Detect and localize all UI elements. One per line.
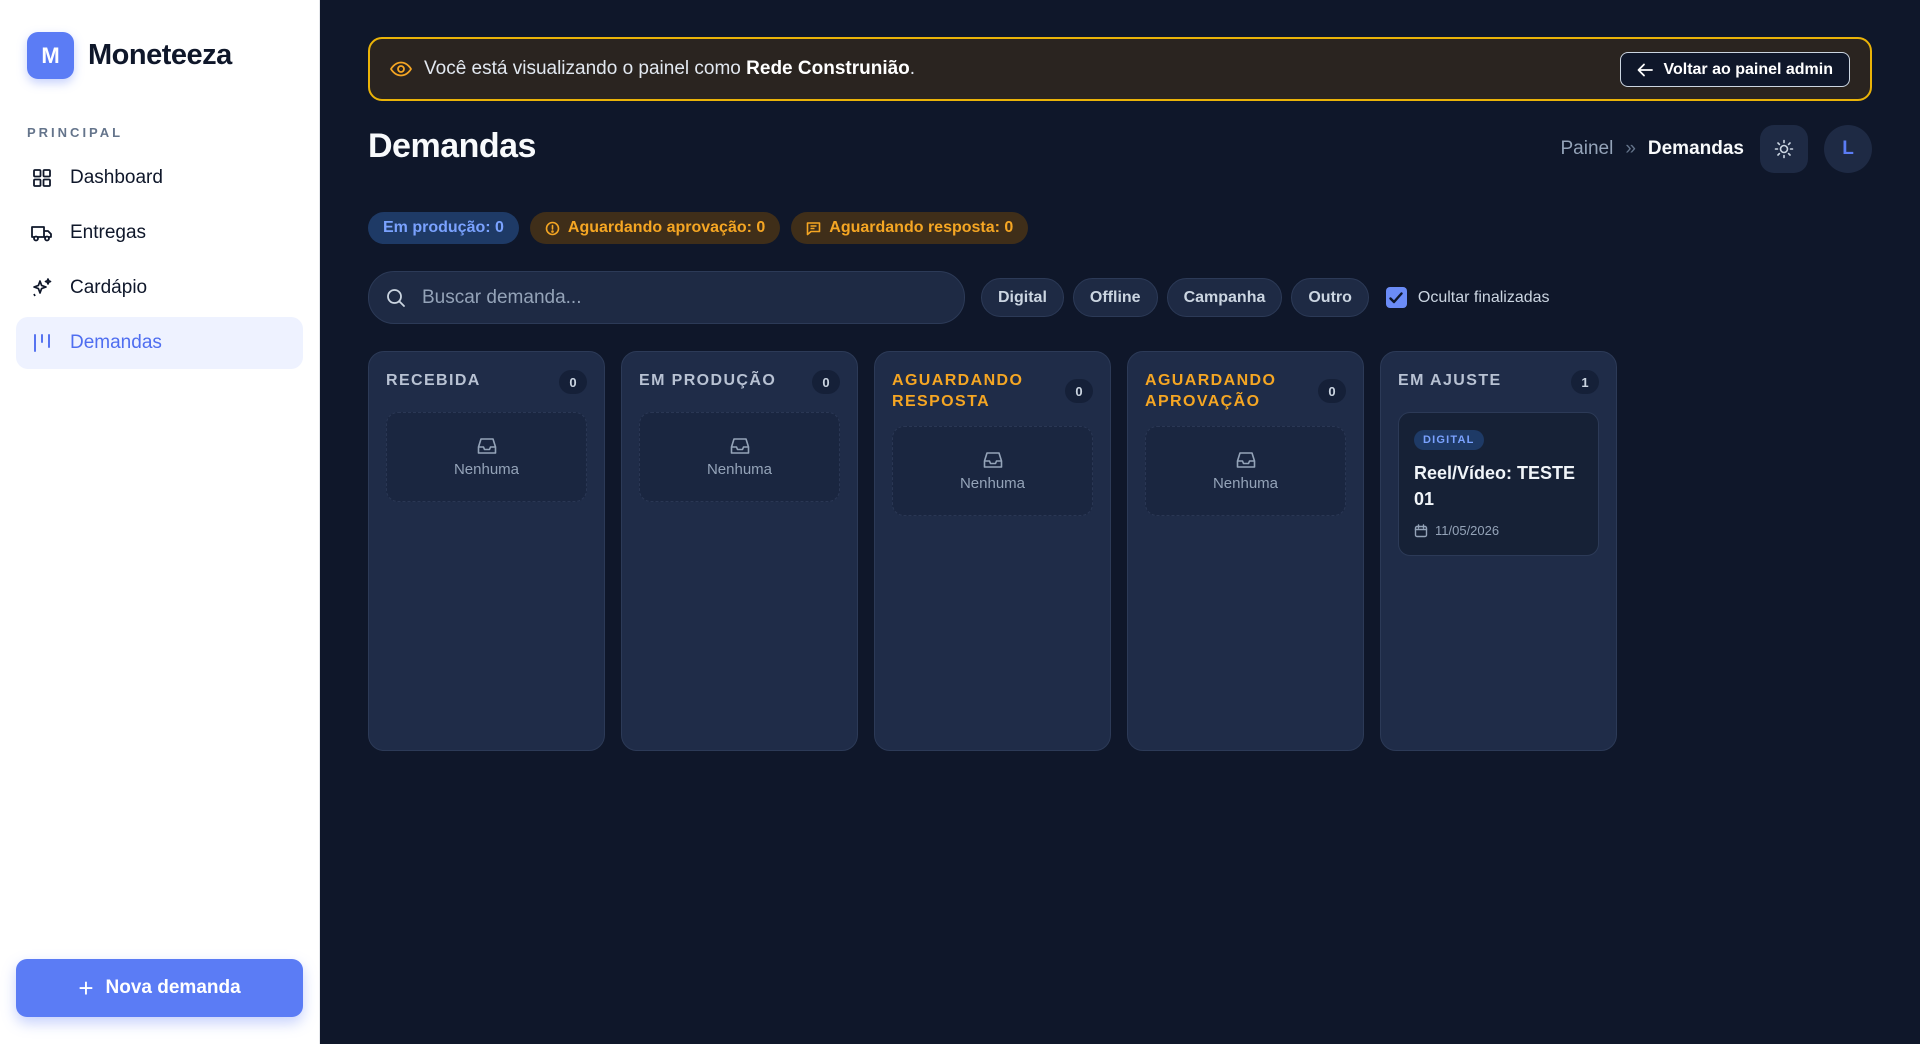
type-filters: Digital Offline Campanha Outro Ocultar f…	[981, 278, 1550, 317]
search-input[interactable]	[422, 286, 922, 309]
banner-text: Você está visualizando o painel como Red…	[424, 58, 915, 80]
column-recebida: RECEBIDA 0 Nenhuma	[368, 351, 605, 751]
empty-state-label: Nenhuma	[959, 474, 1026, 492]
column-count: 0	[812, 370, 840, 394]
empty-state: Nenhuma	[1145, 426, 1346, 516]
grid-icon	[30, 166, 54, 190]
sidebar-item-entregas[interactable]: Entregas	[16, 207, 303, 259]
demand-card[interactable]: DIGITAL Reel/Vídeo: TESTE 01 11/05/2026	[1398, 412, 1599, 556]
sun-icon	[1774, 139, 1794, 159]
status-chips: Em produção: 0 Aguardando aprovação: 0 A…	[368, 212, 1029, 244]
nav-section-label: PRINCIPAL	[27, 125, 124, 140]
alert-circle-icon	[545, 221, 560, 236]
breadcrumb: Painel » Demandas	[1560, 138, 1744, 160]
page-title: Demandas	[368, 127, 536, 165]
filter-campanha[interactable]: Campanha	[1166, 278, 1283, 317]
sidebar-nav: Dashboard Entregas Cardápio Demandas	[16, 152, 303, 372]
empty-state-label: Nenhuma	[1212, 474, 1279, 492]
status-chip-label: Aguardando aprovação: 0	[567, 219, 766, 236]
demand-date: 11/05/2026	[1414, 523, 1583, 538]
inbox-icon	[1236, 451, 1255, 468]
column-title: EM PRODUÇÃO	[639, 372, 777, 389]
hide-finished-label: Ocultar finalizadas	[1417, 288, 1550, 306]
filter-offline[interactable]: Offline	[1072, 278, 1158, 317]
banner-entity: Rede Construnião	[746, 58, 910, 79]
banner-prefix: Você está visualizando o painel como	[424, 58, 747, 79]
column-aguardando-resposta: AGUARDANDO RESPOSTA 0 Nenhuma	[874, 351, 1111, 751]
status-chip-resposta[interactable]: Aguardando resposta: 0	[791, 212, 1029, 244]
banner-suffix: .	[909, 58, 916, 79]
calendar-icon	[1414, 523, 1428, 538]
status-chip-label: Em produção: 0	[383, 219, 504, 236]
demand-type-tag: DIGITAL	[1414, 430, 1484, 450]
hide-finished-toggle[interactable]: Ocultar finalizadas	[1385, 287, 1550, 308]
sidebar-item-label: Demandas	[70, 332, 162, 353]
search-icon	[386, 288, 406, 308]
filter-digital[interactable]: Digital	[981, 278, 1064, 317]
avatar[interactable]: L	[1824, 125, 1872, 173]
column-header: EM AJUSTE 1	[1398, 370, 1599, 398]
filter-outro[interactable]: Outro	[1291, 278, 1369, 317]
truck-icon	[30, 221, 54, 245]
breadcrumb-home[interactable]: Painel	[1560, 138, 1613, 160]
column-title: AGUARDANDO RESPOSTA	[892, 372, 1024, 410]
column-count: 0	[559, 370, 587, 394]
empty-state: Nenhuma	[386, 412, 587, 502]
kanban-board: RECEBIDA 0 Nenhuma EM PRODUÇÃO 0 Nenhuma…	[368, 351, 1617, 751]
new-demand-button[interactable]: + Nova demanda	[16, 959, 303, 1017]
column-title: RECEBIDA	[386, 372, 481, 389]
arrow-left-icon	[1637, 63, 1654, 77]
empty-state: Nenhuma	[892, 426, 1093, 516]
theme-toggle-button[interactable]	[1760, 125, 1808, 173]
sidebar-item-label: Entregas	[70, 222, 147, 243]
column-title: EM AJUSTE	[1398, 372, 1502, 389]
column-title: AGUARDANDO APROVAÇÃO	[1145, 372, 1277, 410]
empty-state: Nenhuma	[639, 412, 840, 502]
check-icon	[1389, 291, 1404, 303]
column-em-producao: EM PRODUÇÃO 0 Nenhuma	[621, 351, 858, 751]
breadcrumb-separator: »	[1625, 138, 1636, 159]
new-demand-label: Nova demanda	[105, 977, 241, 998]
column-header: RECEBIDA 0	[386, 370, 587, 398]
back-to-admin-label: Voltar ao painel admin	[1663, 60, 1833, 78]
eye-icon	[390, 61, 412, 77]
empty-state-label: Nenhuma	[706, 460, 773, 478]
sidebar: M Moneteeza PRINCIPAL Dashboard Entregas…	[0, 0, 320, 1044]
sidebar-item-label: Cardápio	[70, 277, 148, 298]
column-count: 0	[1318, 379, 1346, 403]
status-chip-producao[interactable]: Em produção: 0	[368, 212, 519, 244]
inbox-icon	[477, 437, 496, 454]
sidebar-item-dashboard[interactable]: Dashboard	[16, 152, 303, 204]
column-aguardando-aprovacao: AGUARDANDO APROVAÇÃO 0 Nenhuma	[1127, 351, 1364, 751]
inbox-icon	[983, 451, 1002, 468]
breadcrumb-current: Demandas	[1647, 138, 1744, 159]
impersonation-banner: Você está visualizando o painel como Red…	[368, 37, 1872, 101]
column-count: 1	[1571, 370, 1599, 394]
column-em-ajuste: EM AJUSTE 1 DIGITAL Reel/Vídeo: TESTE 01…	[1380, 351, 1617, 751]
sidebar-item-cardapio[interactable]: Cardápio	[16, 262, 303, 314]
column-header: AGUARDANDO APROVAÇÃO 0	[1145, 370, 1346, 412]
sidebar-item-label: Dashboard	[70, 167, 163, 188]
demand-date-label: 11/05/2026	[1435, 523, 1500, 538]
kanban-icon	[30, 331, 54, 355]
demand-title: Reel/Vídeo: TESTE 01	[1414, 463, 1576, 509]
hide-finished-checkbox[interactable]	[1385, 287, 1407, 308]
sidebar-item-demandas[interactable]: Demandas	[16, 317, 303, 369]
search-box	[368, 271, 965, 324]
brand-name: Moneteeza	[88, 39, 232, 71]
brand[interactable]: M Moneteeza	[27, 32, 232, 79]
status-chip-label: Aguardando resposta: 0	[829, 219, 1014, 236]
column-count: 0	[1065, 379, 1093, 403]
column-header: AGUARDANDO RESPOSTA 0	[892, 370, 1093, 412]
sparkles-icon	[30, 276, 54, 300]
message-square-icon	[806, 221, 821, 236]
empty-state-label: Nenhuma	[453, 460, 520, 478]
status-chip-aprovacao[interactable]: Aguardando aprovação: 0	[529, 212, 781, 244]
plus-icon: +	[78, 973, 94, 1003]
column-header: EM PRODUÇÃO 0	[639, 370, 840, 398]
inbox-icon	[730, 437, 749, 454]
back-to-admin-button[interactable]: Voltar ao painel admin	[1620, 52, 1850, 87]
brand-logo: M	[27, 32, 74, 79]
